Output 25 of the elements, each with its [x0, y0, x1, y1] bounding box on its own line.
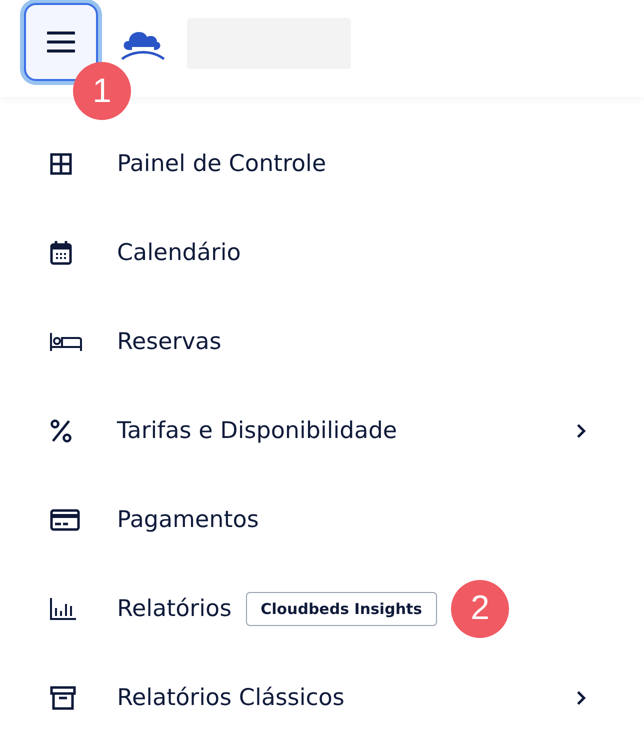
step-marker: 1 [73, 62, 131, 120]
menu-label: Reservas [117, 328, 222, 354]
menu-item[interactable]: Relatórios Cloudbeds Insights 2 [28, 564, 616, 653]
menu-item[interactable]: Reservas [28, 297, 616, 386]
percent-icon [50, 418, 72, 442]
menu-label: Painel de Controle [117, 150, 326, 176]
menu-label: Tarifas e Disponibilidade [117, 418, 398, 444]
step-marker: 2 [451, 580, 510, 638]
menu-item[interactable]: Pagamentos [28, 475, 616, 564]
menu-item[interactable]: Relatórios Clássicos [28, 653, 616, 742]
credit-card-icon [50, 508, 80, 530]
menu-icon [47, 30, 75, 52]
archive-box-icon [50, 686, 76, 710]
menu-label: Relatórios [117, 596, 232, 622]
menu-label: Calendário [117, 240, 241, 266]
bed-icon [50, 332, 82, 352]
calendar-icon [50, 240, 72, 264]
menu-item[interactable]: Tarifas e Disponibilidade [28, 386, 616, 475]
menu-label: Pagamentos [117, 506, 259, 532]
grid-icon [50, 152, 72, 174]
menu-item[interactable]: Calendário [28, 208, 616, 297]
feature-tag: Cloudbeds Insights [246, 592, 438, 626]
menu-label: Relatórios Clássicos [117, 684, 344, 710]
bar-chart-icon [50, 598, 76, 620]
menu-item[interactable]: Painel de Controle [28, 119, 616, 208]
